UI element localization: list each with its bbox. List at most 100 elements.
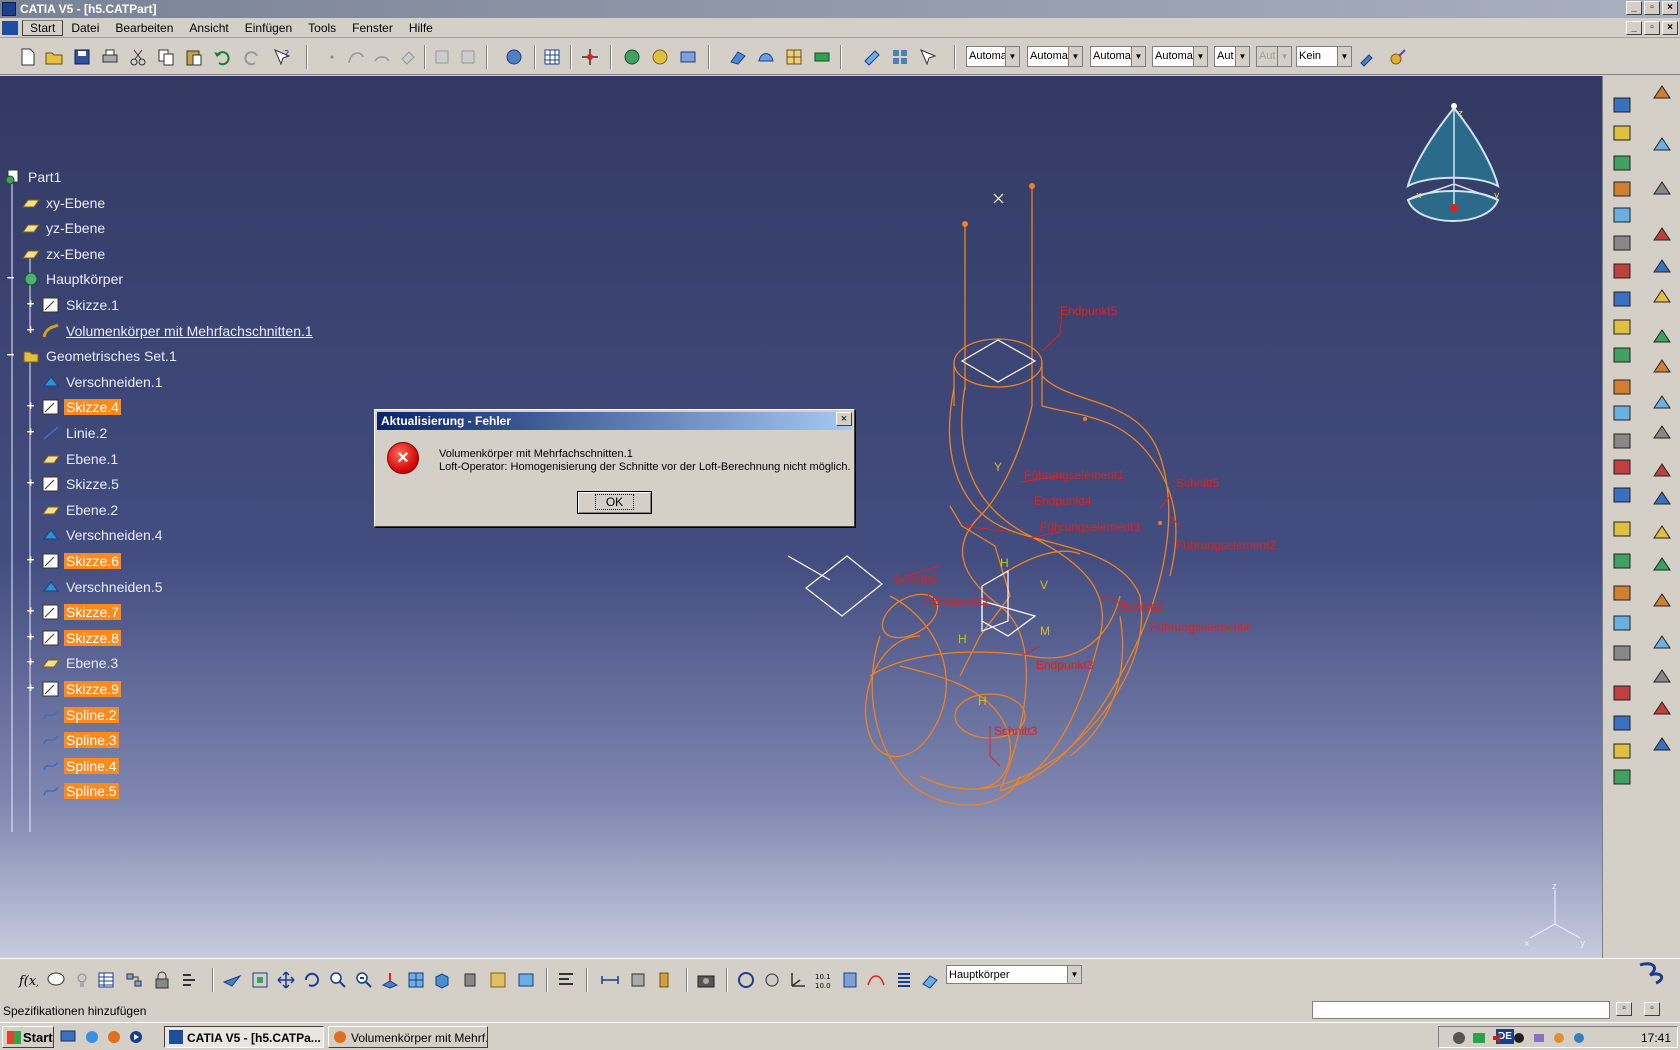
shading-icon[interactable] [460,970,480,990]
revolve-surface-icon[interactable] [1651,422,1673,444]
status-toggle-button[interactable]: ▫ [1616,1002,1632,1016]
annotation-endpunkt5[interactable]: Endpunkt5 [1060,304,1117,318]
globe-update-icon[interactable] [622,47,642,67]
parameter-explorer-icon[interactable] [180,970,200,990]
material-icon[interactable] [812,47,832,67]
refresh-icon[interactable] [736,970,756,990]
table-icon[interactable] [96,970,116,990]
tree-item[interactable]: + Ebene.3 [27,652,120,674]
menu-datei[interactable]: Datei [63,21,107,36]
tray-shield-icon[interactable] [1451,1030,1467,1046]
zoom-in-icon[interactable] [328,970,348,990]
remove-loft-icon[interactable] [1611,344,1633,366]
firefox-icon[interactable] [106,1029,122,1045]
offset-icon[interactable] [1651,522,1673,544]
decimal-scale-icon[interactable]: 10.110.0 [814,970,834,990]
spline-tool-icon[interactable] [1651,286,1673,308]
tree-item[interactable]: + Skizze.4 [27,396,121,418]
format-painter-icon[interactable] [1358,47,1378,67]
fly-mode-icon[interactable] [222,970,242,990]
constraint-icon[interactable] [1651,698,1673,720]
tree-item[interactable]: + Skizze.1 [27,294,121,316]
menu-einfuegen[interactable]: Einfügen [237,21,300,36]
tray-network-icon[interactable] [1471,1030,1487,1046]
point-tool-icon[interactable] [1651,224,1673,246]
catia-app-icon[interactable] [2,2,16,16]
sketch-tool-icon[interactable] [1651,734,1673,756]
tray-clock-app-icon[interactable] [1571,1030,1587,1046]
new-file-icon[interactable] [18,47,38,67]
doc-close-button[interactable]: × [1662,21,1678,35]
snap-to-point-icon[interactable] [580,47,600,67]
hide-show-icon[interactable] [488,970,508,990]
offset-icon[interactable] [1611,642,1633,664]
rule-icon[interactable] [124,970,144,990]
sketcher-icon[interactable] [862,47,882,67]
tray-app-icon[interactable] [1511,1030,1527,1046]
expand-icon[interactable]: + [25,681,36,694]
loft-icon[interactable] [1651,134,1673,156]
measure-between-icon[interactable] [600,970,620,990]
curve-analysis-icon[interactable] [866,970,886,990]
rotate-icon[interactable] [302,970,322,990]
work-object-icon[interactable] [920,970,940,990]
zoom-out-icon[interactable] [354,970,374,990]
annotation-schnitt3[interactable]: Schnitt3 [994,724,1037,738]
3d-viewport[interactable]: Endpunkt5 Führungselement1 Endpunkt4 Füh… [0,76,1602,958]
stack-icon[interactable] [894,970,914,990]
plane-tool-icon[interactable] [1611,484,1633,506]
tree-item[interactable]: + Volumenkörper mit Mehrfachschnitten.1 [27,320,315,342]
iso-view-icon[interactable] [432,970,452,990]
whats-this-help-icon[interactable]: ? [272,47,292,67]
task-error-dialog[interactable]: Volumenkörper mit Mehrf... [328,1026,488,1048]
annotation-endpunkt1[interactable]: Endpunkt1 [932,594,989,608]
point-symbol-combo[interactable]: Aut ▼ [1214,46,1250,67]
translate-icon[interactable] [1611,766,1633,788]
tree-item[interactable]: Verschneiden.1 [42,371,165,393]
copy-icon[interactable] [156,47,176,67]
remove-loft-icon[interactable] [1651,178,1673,200]
hole-icon[interactable] [1611,232,1633,254]
paste-icon[interactable] [184,47,204,67]
start-button[interactable]: Start [2,1026,54,1048]
part-properties-icon[interactable] [678,47,698,67]
point-tool-icon[interactable] [1611,376,1633,398]
slot-icon[interactable] [1651,82,1673,104]
compass-tool-icon[interactable] [504,47,524,67]
shape-icon[interactable] [756,47,776,67]
ok-button[interactable]: OK [577,491,652,514]
helix-icon[interactable] [1651,326,1673,348]
layer-combo[interactable]: Kein ▼ [1296,46,1352,67]
color-combo[interactable]: Automa ▼ [966,46,1020,67]
boolean-icon[interactable] [1651,554,1673,576]
print-icon[interactable] [100,47,120,67]
tree-item[interactable]: + Linie.2 [27,422,109,444]
line-thickness-combo[interactable]: Automa ▼ [1090,46,1146,67]
tray-printer-icon[interactable] [1531,1030,1547,1046]
revolve-surface-icon[interactable] [1611,550,1633,572]
sweep-icon[interactable] [1611,582,1633,604]
annotation-fuehrungselement3[interactable]: Führungselement3 [1040,520,1140,534]
helix-icon[interactable] [1611,456,1633,478]
fit-all-icon[interactable] [250,970,270,990]
tree-item[interactable]: + Skizze.7 [27,601,121,623]
extrude-surface-icon[interactable] [1611,518,1633,540]
menu-hilfe[interactable]: Hilfe [401,21,441,36]
menu-fenster[interactable]: Fenster [344,21,401,36]
tree-item[interactable]: + Skizze.5 [27,473,121,495]
expand-icon[interactable]: + [25,425,36,438]
desktop-icon[interactable] [60,1029,76,1045]
expand-icon[interactable]: + [25,655,36,668]
expand-icon[interactable]: + [25,323,36,336]
tree-item[interactable]: xy-Ebene [22,192,107,214]
expand-icon[interactable]: + [25,630,36,643]
collapse-icon[interactable]: − [5,348,16,361]
collapse-icon[interactable]: − [5,271,16,284]
axis-system-icon[interactable] [788,970,808,990]
tree-item[interactable]: yz-Ebene [22,217,107,239]
expand-icon[interactable]: + [25,476,36,489]
annotation-fuehrungselement2[interactable]: Führungselement2 [1176,538,1276,552]
expand-icon[interactable]: + [25,553,36,566]
tree-item[interactable]: Verschneiden.5 [42,576,165,598]
boolean-icon[interactable] [1611,682,1633,704]
